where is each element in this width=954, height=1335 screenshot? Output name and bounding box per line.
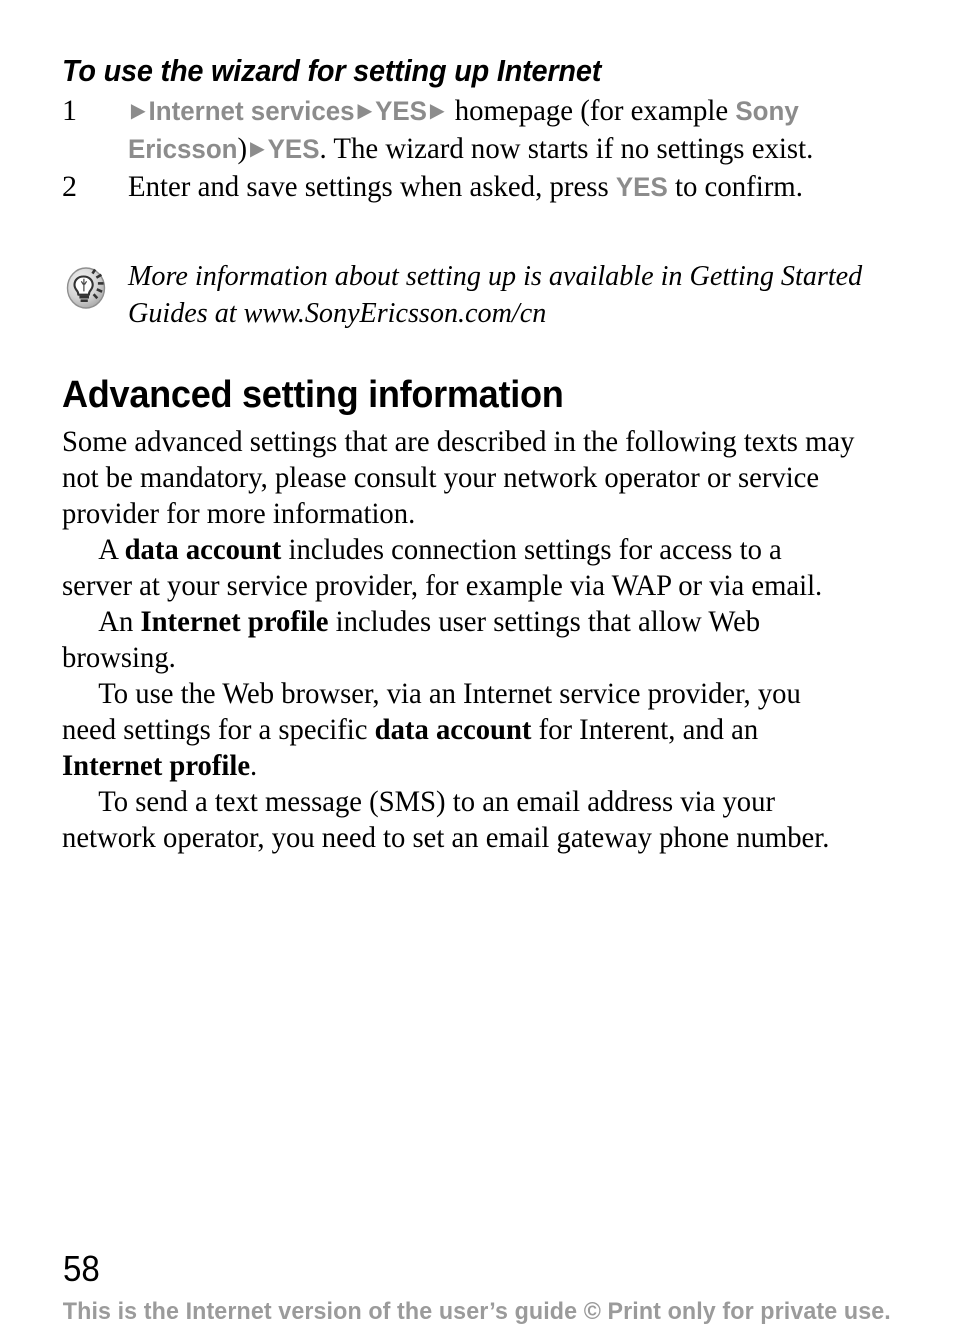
tip-note-text: More information about setting up is ava… [128, 260, 863, 329]
menu-arrow-icon: ▶ [130, 100, 146, 122]
body-paragraph: To use the Web browser, via an Internet … [62, 676, 857, 784]
menu-arrow-icon: ▶ [357, 100, 373, 122]
body-text: To send a text message (SMS) to an email… [62, 785, 830, 854]
emphasis-term: data account [124, 533, 282, 566]
body-paragraph: To send a text message (SMS) to an email… [62, 784, 857, 856]
body-paragraph: A data account includes connection setti… [62, 532, 857, 604]
list-item: 2 Enter and save settings when asked, pr… [62, 168, 918, 206]
body-text: An [98, 605, 141, 638]
menu-path-label: Internet services [148, 96, 355, 126]
body-text: . [250, 749, 258, 782]
body-text: Some advanced settings that are describe… [62, 425, 855, 530]
numbered-step-list: 1 ▶ Internet services ▶ YES ▶ homepage (for … [62, 92, 918, 206]
body-paragraph: An Internet profile includes user settin… [62, 604, 857, 676]
step-plain-text: to confirm. [667, 170, 803, 203]
section-heading: Advanced setting information [62, 374, 564, 416]
step-plain-text: homepage (for example [447, 94, 736, 127]
body-text: for Interent, and an [531, 713, 759, 746]
emphasis-term: Internet profile [62, 749, 251, 782]
body-paragraph: Some advanced settings that are describe… [62, 424, 857, 532]
page-number: 58 [63, 1248, 100, 1289]
body-text: A [98, 533, 125, 566]
step-number: 2 [62, 170, 77, 203]
menu-path-label: YES [615, 172, 668, 202]
task-heading: To use the wizard for setting up Interne… [62, 53, 602, 88]
emphasis-term: Internet profile [140, 605, 329, 638]
step-plain-text: ) [237, 132, 248, 165]
step-plain-text: Enter and save settings when asked, pres… [128, 170, 616, 203]
document-page: To use the wizard for setting up Interne… [0, 0, 954, 1335]
menu-arrow-icon: ▶ [429, 100, 445, 122]
section-body: Some advanced settings that are describe… [62, 424, 894, 856]
menu-arrow-icon: ▶ [249, 138, 265, 160]
tip-note: More information about setting up is ava… [62, 258, 922, 332]
step-text: ▶ Internet services ▶ YES ▶ homepage (for ex… [128, 92, 886, 168]
menu-path-label: YES [267, 134, 320, 164]
footer-copyright-text: This is the Internet version of the user… [62, 1298, 892, 1325]
footer-copyright-note: This is the Internet version of the user… [0, 1298, 954, 1326]
step-number: 1 [62, 94, 77, 127]
step-plain-text: . The wizard now starts if no settings e… [319, 132, 814, 165]
menu-path-label: YES [375, 96, 427, 126]
lightbulb-tip-icon [65, 266, 109, 310]
list-item: 1 ▶ Internet services ▶ YES ▶ homepage (for … [62, 92, 918, 168]
step-text: Enter and save settings when asked, pres… [128, 168, 886, 206]
emphasis-term: data account [374, 713, 532, 746]
